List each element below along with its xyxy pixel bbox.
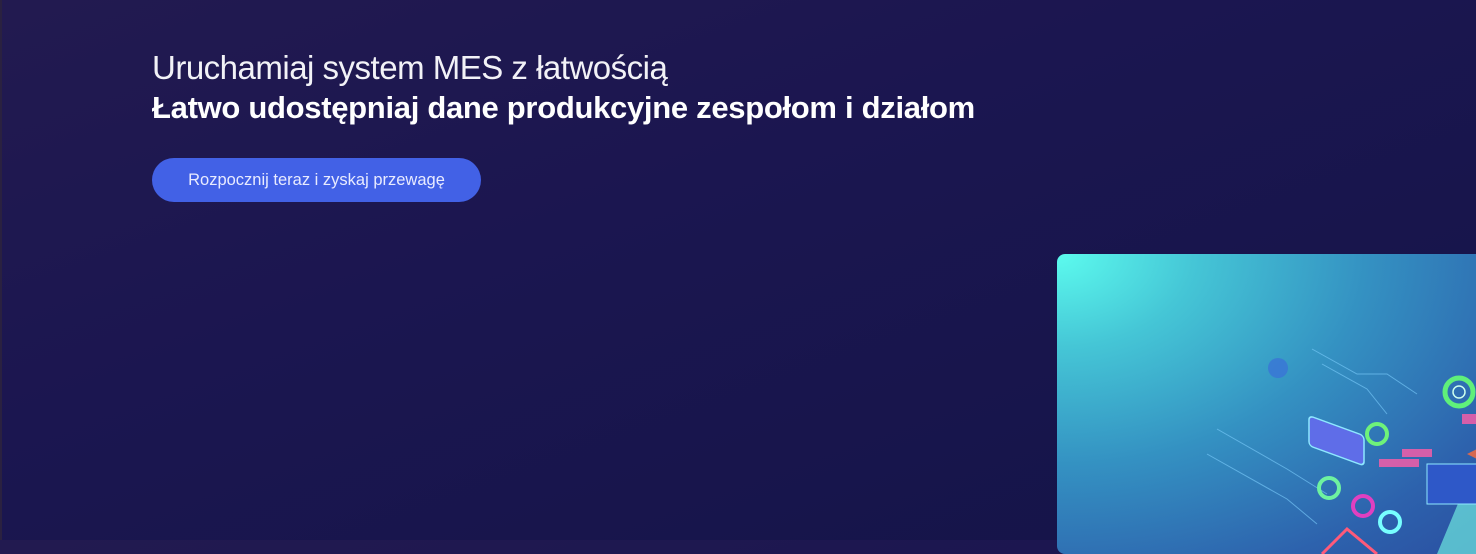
digital-manufacturing-illustration-icon (1206, 348, 1476, 554)
hero-subtitle: Uruchamiaj system MES z łatwością (152, 49, 668, 86)
hero-section: Uruchamiaj system MES z łatwością Łatwo … (152, 48, 975, 128)
hero-illustration (1057, 254, 1476, 554)
hero-title: Łatwo udostępniaj dane produkcyjne zespo… (152, 90, 975, 125)
start-now-button[interactable]: Rozpocznij teraz i zyskaj przewagę (152, 158, 481, 202)
page-edge (0, 0, 2, 540)
